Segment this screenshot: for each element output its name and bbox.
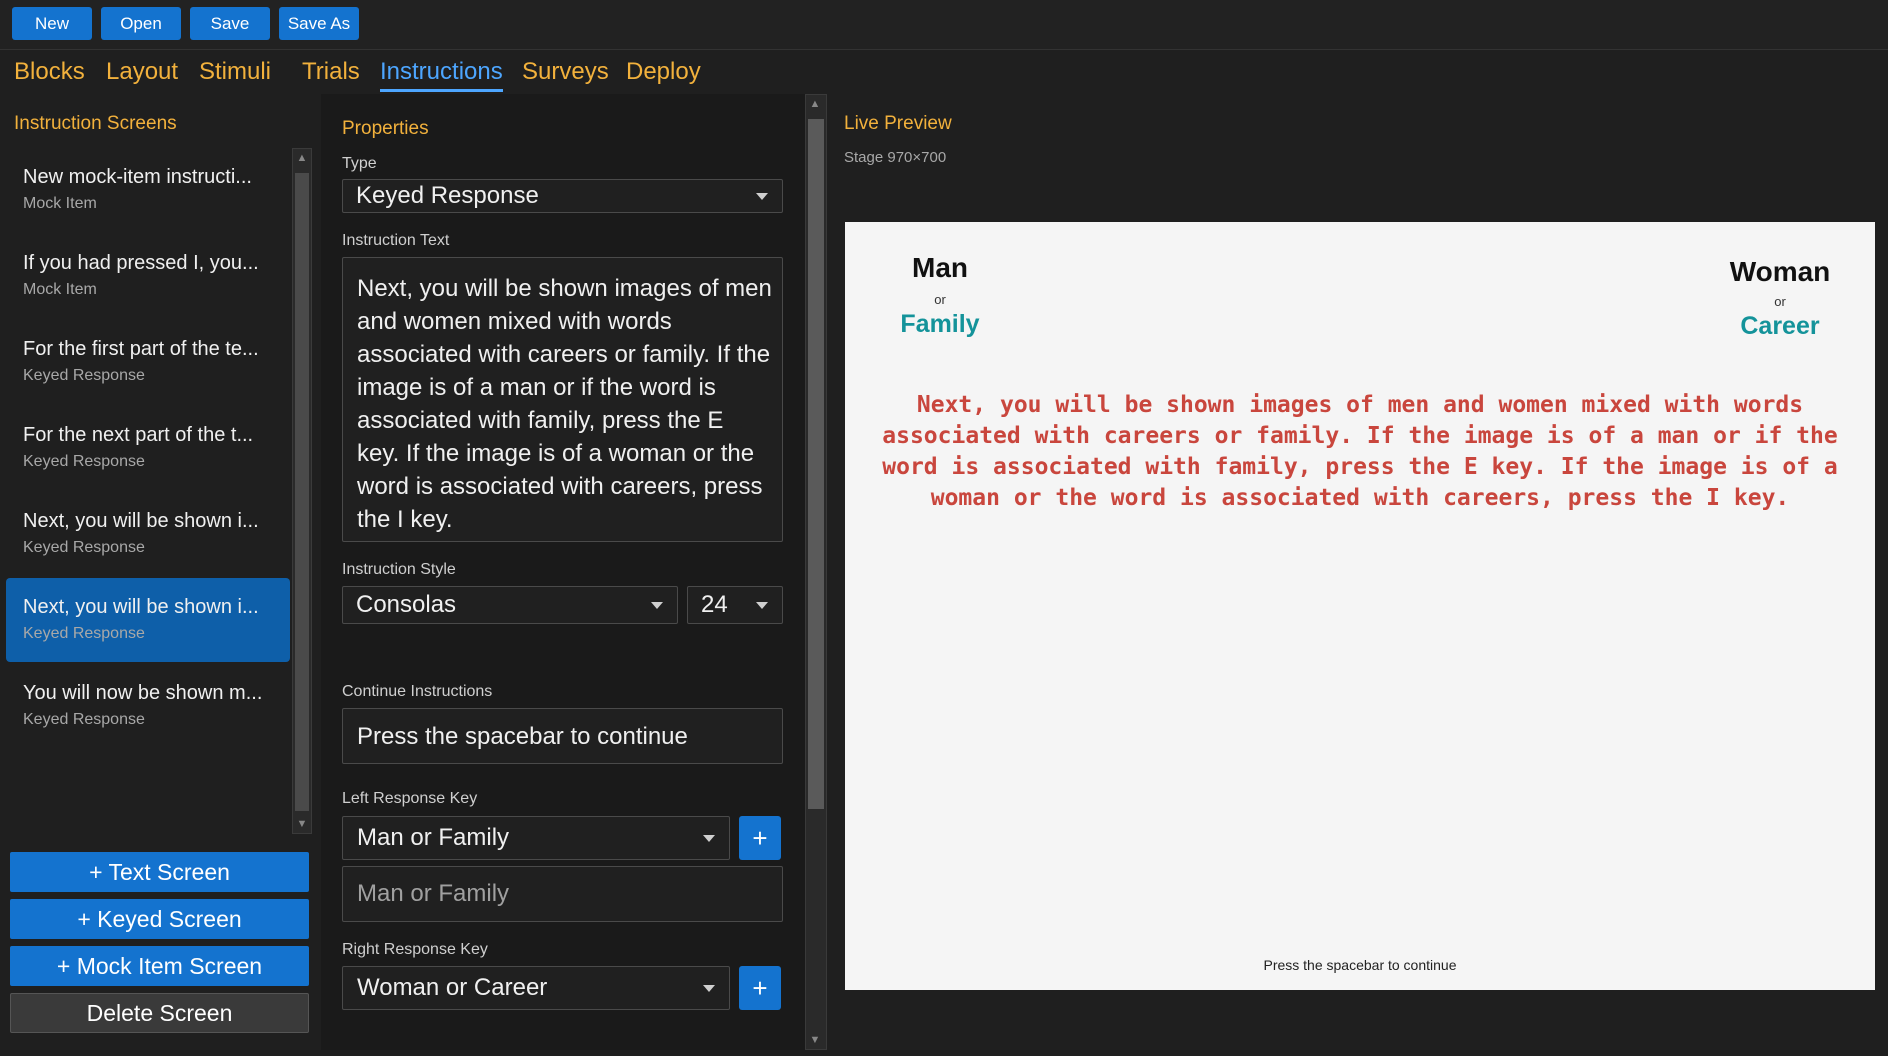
- screen-list-scrollbar[interactable]: ▲ ▼: [292, 148, 312, 834]
- left-category-alt: Family: [900, 310, 980, 338]
- scroll-down-icon[interactable]: ▼: [806, 1031, 824, 1049]
- preview-continue-text: Press the spacebar to continue: [1263, 957, 1457, 973]
- chevron-down-icon: [756, 193, 768, 200]
- list-item[interactable]: For the first part of the te... Keyed Re…: [6, 320, 290, 404]
- type-dropdown[interactable]: Keyed Response: [342, 179, 783, 213]
- right-response-key-value: Woman or Career: [357, 974, 548, 1001]
- list-item-type: Mock Item: [23, 195, 97, 212]
- properties-scrollbar[interactable]: ▲ ▼: [805, 94, 827, 1050]
- toolbar: New Open Save Save As: [0, 0, 1888, 50]
- properties-panel: Properties Type Keyed Response Instructi…: [321, 94, 805, 1050]
- scrollbar-thumb[interactable]: [808, 119, 824, 809]
- add-right-key-button[interactable]: +: [739, 966, 781, 1010]
- main-tabs: Blocks Layout Stimuli Trials Instruction…: [0, 54, 1888, 94]
- chevron-down-icon: [756, 602, 768, 609]
- stage-size-label: Stage 970×700: [844, 149, 947, 166]
- live-preview-title: Live Preview: [844, 113, 952, 134]
- preview-instruction-text: Next, you will be shown images of men an…: [882, 392, 1838, 511]
- continue-instructions-input[interactable]: Press the spacebar to continue: [342, 708, 783, 764]
- font-dropdown[interactable]: Consolas: [342, 586, 678, 624]
- type-label: Type: [342, 155, 377, 172]
- list-item-type: Keyed Response: [23, 625, 145, 642]
- font-size-dropdown[interactable]: 24: [687, 586, 783, 624]
- tab-surveys[interactable]: Surveys: [522, 58, 609, 92]
- left-category-or: or: [934, 292, 946, 307]
- right-category-or: or: [1774, 294, 1786, 309]
- tab-layout[interactable]: Layout: [106, 58, 178, 92]
- chevron-down-icon: [703, 985, 715, 992]
- instruction-screens-title: Instruction Screens: [14, 113, 177, 134]
- list-item-type: Keyed Response: [23, 539, 145, 556]
- instruction-text-label: Instruction Text: [342, 232, 450, 249]
- list-item-type: Keyed Response: [23, 711, 145, 728]
- left-response-key-label: Left Response Key: [342, 790, 478, 807]
- tab-blocks[interactable]: Blocks: [14, 58, 85, 92]
- list-item[interactable]: If you had pressed I, you... Mock Item: [6, 234, 290, 318]
- right-category-alt: Career: [1740, 312, 1820, 340]
- chevron-down-icon: [651, 602, 663, 609]
- new-button[interactable]: New: [12, 7, 92, 40]
- font-dropdown-value: Consolas: [356, 591, 457, 618]
- list-item-title: Next, you will be shown i...: [23, 510, 259, 532]
- list-item-type: Keyed Response: [23, 367, 145, 384]
- list-item[interactable]: You will now be shown m... Keyed Respons…: [6, 664, 290, 748]
- list-item-title: If you had pressed I, you...: [23, 252, 259, 274]
- list-item-title: You will now be shown m...: [23, 682, 263, 704]
- left-category-label: Man: [912, 252, 968, 283]
- list-item-type: Mock Item: [23, 281, 97, 298]
- instruction-screen-list: New mock-item instructi... Mock Item If …: [6, 148, 290, 834]
- list-item-type: Keyed Response: [23, 453, 145, 470]
- chevron-down-icon: [703, 835, 715, 842]
- delete-screen-button[interactable]: Delete Screen: [10, 993, 309, 1033]
- add-keyed-screen-button[interactable]: + Keyed Screen: [10, 899, 309, 939]
- scrollbar-thumb[interactable]: [295, 173, 309, 811]
- save-button[interactable]: Save: [190, 7, 270, 40]
- right-response-key-dropdown[interactable]: Woman or Career: [342, 966, 730, 1010]
- properties-title: Properties: [342, 118, 429, 139]
- list-item[interactable]: For the next part of the t... Keyed Resp…: [6, 406, 290, 490]
- continue-instructions-label: Continue Instructions: [342, 683, 493, 700]
- scroll-up-icon[interactable]: ▲: [806, 95, 824, 113]
- save-as-button[interactable]: Save As: [279, 7, 359, 40]
- preview-stage: Man or Family Woman or Career Next, you …: [845, 222, 1875, 990]
- tab-deploy[interactable]: Deploy: [626, 58, 701, 92]
- left-response-key-input[interactable]: Man or Family: [342, 866, 783, 922]
- font-size-value: 24: [701, 591, 728, 618]
- tab-trials[interactable]: Trials: [302, 58, 360, 92]
- add-left-key-button[interactable]: +: [739, 816, 781, 860]
- open-button[interactable]: Open: [101, 7, 181, 40]
- list-item[interactable]: New mock-item instructi... Mock Item: [6, 148, 290, 232]
- add-text-screen-button[interactable]: + Text Screen: [10, 852, 309, 892]
- right-response-key-label: Right Response Key: [342, 941, 488, 958]
- type-dropdown-value: Keyed Response: [356, 182, 539, 209]
- left-response-key-dropdown[interactable]: Man or Family: [342, 816, 730, 860]
- list-item-title: Next, you will be shown i...: [23, 596, 259, 618]
- list-item-title: For the next part of the t...: [23, 424, 254, 446]
- instruction-text-area[interactable]: Next, you will be shown images of men an…: [342, 257, 783, 542]
- left-response-key-value: Man or Family: [357, 824, 510, 851]
- list-item-title: For the first part of the te...: [23, 338, 259, 360]
- scroll-down-icon[interactable]: ▼: [293, 815, 311, 833]
- instruction-style-label: Instruction Style: [342, 561, 456, 578]
- list-item[interactable]: Next, you will be shown i... Keyed Respo…: [6, 492, 290, 576]
- list-item-selected[interactable]: Next, you will be shown i... Keyed Respo…: [6, 578, 290, 662]
- right-category-label: Woman: [1729, 256, 1831, 287]
- tab-instructions[interactable]: Instructions: [380, 58, 503, 92]
- list-item-title: New mock-item instructi...: [23, 166, 252, 188]
- tab-stimuli[interactable]: Stimuli: [199, 58, 271, 92]
- scroll-up-icon[interactable]: ▲: [293, 149, 311, 167]
- add-mock-item-screen-button[interactable]: + Mock Item Screen: [10, 946, 309, 986]
